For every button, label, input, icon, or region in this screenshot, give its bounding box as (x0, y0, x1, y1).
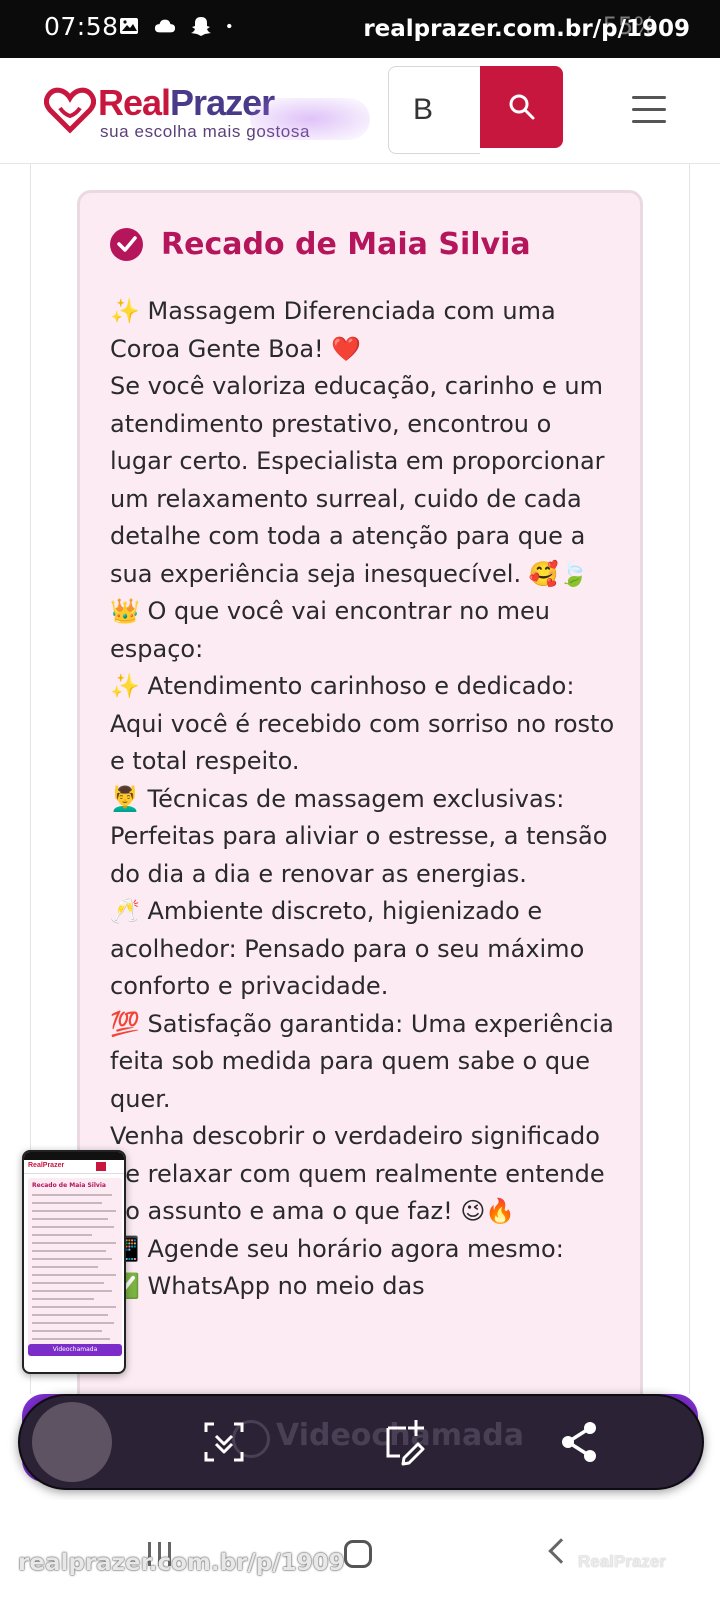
message-paragraph: Venha descobrir o verdadeiro significado… (110, 1122, 605, 1225)
url-watermark: realprazer.com.br/p/1909 (18, 1550, 345, 1576)
card-body: ✨ Massagem Diferenciada com uma Coroa Ge… (110, 293, 620, 1306)
search-input-value: B (413, 93, 434, 126)
home-button[interactable] (344, 1540, 372, 1568)
message-paragraph: 📲 Agende seu horário agora mesmo: (110, 1234, 564, 1263)
thumbnail-logo: RealPrazer (28, 1162, 65, 1169)
thumbnail-video-button: Videochamada (28, 1344, 122, 1356)
scroll-capture-icon[interactable] (196, 1414, 252, 1470)
message-paragraph: ✨ Atendimento carinhoso e dedicado: Aqui… (110, 672, 615, 775)
status-time: 07:58 (44, 12, 119, 41)
search-icon (509, 94, 535, 120)
screenshot-toolbar: Videochamada (18, 1394, 704, 1490)
message-paragraph: 💯 Satisfação garantida: Uma experiência … (110, 1009, 614, 1113)
message-paragraph: ✅ WhatsApp no meio das (110, 1272, 425, 1300)
dot-icon (227, 23, 232, 29)
card-title: Recado de Maia Silvia (161, 227, 531, 262)
screenshot-thumbnail[interactable]: RealPrazer Recado de Maia Silvia Videoch… (22, 1150, 126, 1374)
share-icon[interactable] (552, 1414, 608, 1470)
heart-logo-icon (44, 87, 96, 134)
hamburger-menu-icon[interactable] (632, 96, 666, 124)
message-paragraph: 👑 O que você vai encontrar no meu espaço… (110, 597, 550, 663)
search-button[interactable] (480, 66, 563, 148)
brand-watermark: RealPrazer (578, 1552, 666, 1571)
logo-real-text: Real (98, 82, 171, 123)
verified-check-icon (110, 228, 143, 261)
android-nav-bar: realprazer.com.br/p/1909 RealPrazer (0, 1500, 720, 1600)
cloud-icon (154, 19, 176, 33)
crop-edit-icon[interactable] (374, 1414, 430, 1470)
status-icons (118, 15, 238, 37)
toolbar-preview-circle[interactable] (32, 1402, 112, 1482)
status-bar: 07:58 55% realprazer.com.br/p/1909 (0, 0, 720, 58)
gallery-icon (120, 18, 138, 34)
message-card: Recado de Maia Silvia ✨ Massagem Diferen… (77, 190, 643, 1420)
snapchat-icon (191, 17, 211, 36)
site-header: RealPrazer sua escolha mais gostosa B (0, 58, 720, 164)
message-paragraph: ✨ Massagem Diferenciada com uma Coroa Ge… (110, 297, 556, 363)
url-overlay: realprazer.com.br/p/1909 (363, 16, 690, 42)
message-paragraph: 💆‍♂️ Técnicas de massagem exclusivas: Pe… (110, 784, 608, 888)
logo-wordmark: RealPrazer (98, 82, 275, 124)
decorative-glow (250, 98, 370, 140)
message-paragraph: Se você valoriza educação, carinho e um … (110, 372, 605, 588)
back-button[interactable] (548, 1538, 574, 1564)
message-paragraph: 🥂 Ambiente discreto, higienizado e acolh… (110, 897, 585, 1000)
card-header: Recado de Maia Silvia (110, 227, 531, 262)
thumbnail-card: Recado de Maia Silvia (28, 1178, 122, 1354)
thumbnail-title: Recado de Maia Silvia (32, 1182, 106, 1189)
search-input[interactable]: B (388, 66, 480, 154)
